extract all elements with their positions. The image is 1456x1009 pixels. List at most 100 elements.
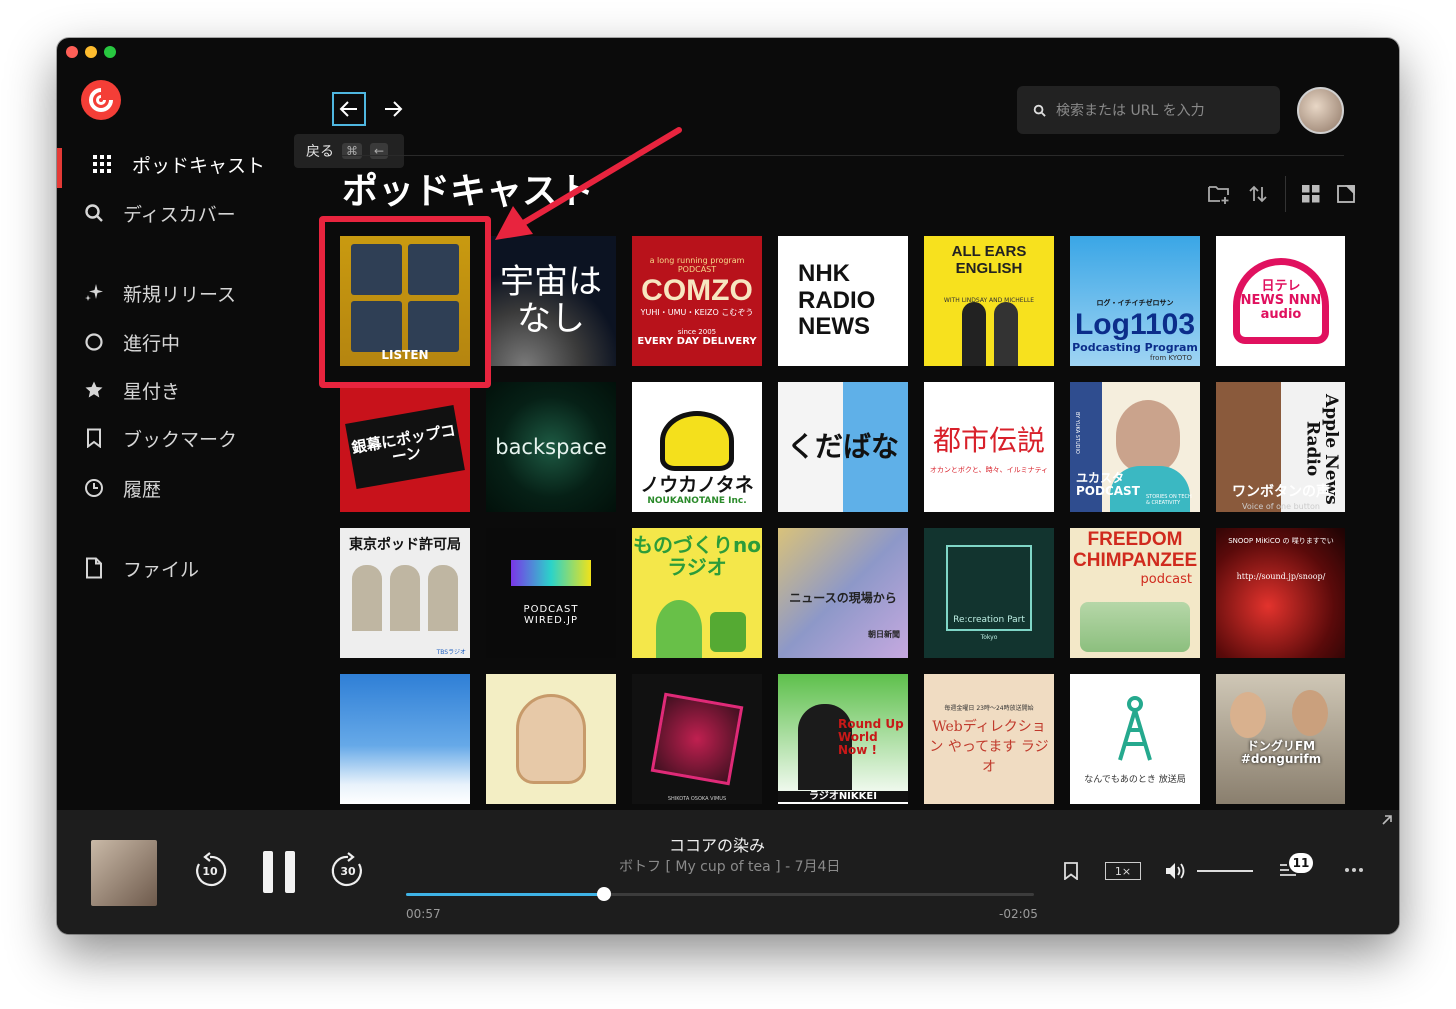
playback-speed-button[interactable]: 1×	[1105, 862, 1141, 880]
progress-fill	[406, 893, 604, 896]
podcast-tile[interactable]: 宇宙はなし	[486, 236, 616, 366]
forward-button[interactable]	[376, 92, 410, 126]
podcast-title: ニュースの現場から	[789, 591, 897, 606]
podcast-subtitle: podcast	[1140, 571, 1192, 587]
episode-subtitle[interactable]: ボトフ [ My cup of tea ] - 7月4日	[619, 856, 840, 876]
bookmark-button[interactable]	[1063, 862, 1079, 880]
podcast-tile[interactable]: 東京ポッド許可局 TBSラジオ	[340, 528, 470, 658]
clock-icon	[83, 477, 105, 499]
podcast-tile[interactable]	[486, 674, 616, 804]
podcast-tile[interactable]: ノウカノタネ NOUKANOTANE Inc.	[632, 382, 762, 512]
zoom-window-button[interactable]	[104, 46, 116, 58]
window-controls	[66, 46, 116, 58]
podcast-tile[interactable]: 都市伝説 オカンとボクと、時々、イルミナティ	[924, 382, 1054, 512]
podcast-title: 宇宙はなし	[500, 261, 602, 339]
podcast-tile[interactable]: FREEDOM CHIMPANZEE podcast	[1070, 528, 1200, 658]
playback-speed: 1×	[1105, 862, 1141, 880]
volume-control[interactable]	[1165, 862, 1253, 880]
podcast-tile[interactable]: Apple News Radio ワンボタンの声 Voice of one bu…	[1216, 382, 1345, 512]
new-folder-icon[interactable]	[1207, 183, 1231, 205]
podcast-tile[interactable]: 日テレNEWS NNN audio	[1216, 236, 1345, 366]
podcast-tile[interactable]: LISTEN	[340, 236, 470, 366]
podcast-tile[interactable]: ニュースの現場から 朝日新聞	[778, 528, 908, 658]
sidebar-item-bookmarks[interactable]: ブックマーク	[57, 418, 287, 458]
podcast-tile[interactable]: ものづくりnoラジオ	[632, 528, 762, 658]
podcast-tile[interactable]: くだばな	[778, 382, 908, 512]
grid-view-icon[interactable]	[1302, 185, 1320, 203]
podcast-tile[interactable]: backspace	[486, 382, 616, 512]
episode-title[interactable]: ココアの染み	[669, 832, 765, 856]
podcast-tile[interactable]: SHIKOTA OSOKA VIMUS	[632, 674, 762, 804]
podcast-title: FREEDOM CHIMPANZEE	[1073, 529, 1198, 571]
pocket-casts-logo-icon[interactable]	[81, 80, 121, 120]
podcast-subtitle: TBSラジオ	[436, 649, 466, 656]
back-button[interactable]	[332, 92, 366, 126]
sidebar-item-starred[interactable]: 星付き	[57, 370, 287, 410]
podcast-tile[interactable]: 毎週金曜日 23時〜24時放送開始 Webディレクション やってます ラジオ	[924, 674, 1054, 804]
sparkle-icon	[83, 282, 105, 304]
podcast-title: ユカスタ PODCAST	[1076, 470, 1140, 498]
podcast-tile[interactable]: SNOOP MiKiCO の 喋りますでい http://sound.jp/sn…	[1216, 528, 1345, 658]
podcast-tile[interactable]	[340, 674, 470, 804]
sidebar-item-history[interactable]: 履歴	[57, 468, 287, 508]
expand-player-button[interactable]	[1381, 814, 1393, 826]
now-playing-artwork[interactable]	[91, 840, 157, 906]
podcast-subtitle: from KYOTO	[1149, 354, 1192, 362]
sidebar-item-files[interactable]: ファイル	[57, 548, 287, 588]
sidebar-item-label: 履歴	[123, 478, 162, 501]
podcast-tile[interactable]: なんでもあのとき 放送局	[1070, 674, 1200, 804]
podcast-subtitle: 毎週金曜日 23時〜24時放送開始	[944, 704, 1034, 712]
podcast-title: 都市伝説	[932, 424, 1045, 457]
skip-forward-button[interactable]: 30	[329, 852, 367, 890]
podcast-title: LISTEN	[381, 347, 429, 362]
search-input[interactable]: 検索または URL を入力	[1017, 86, 1280, 134]
progress-slider[interactable]	[406, 887, 1034, 901]
minimize-window-button[interactable]	[85, 46, 97, 58]
podcast-subtitle: a long running program PODCAST	[649, 255, 745, 274]
podcast-tile[interactable]: 銀幕にポップコーン	[340, 382, 470, 512]
pause-button[interactable]	[261, 850, 297, 894]
podcast-title: くだばな	[786, 429, 899, 463]
progress-knob[interactable]	[596, 887, 611, 901]
star-icon	[83, 379, 105, 401]
player-bar: 10 30 ココアの染み ボトフ [ My cup of tea ] - 7月4…	[57, 810, 1399, 934]
command-key: ⌘	[342, 143, 362, 159]
close-window-button[interactable]	[66, 46, 78, 58]
podcast-tile[interactable]: Round Up World Now ! ラジオNIKKEI	[778, 674, 908, 804]
podcast-tile[interactable]: Re:creation Part Tokyo	[924, 528, 1054, 658]
volume-slider[interactable]	[1197, 870, 1253, 872]
sidebar-item-in-progress[interactable]: 進行中	[57, 322, 287, 362]
view-toolbar	[1207, 176, 1356, 212]
sidebar-item-podcasts[interactable]: ポッドキャスト	[57, 144, 287, 188]
podcast-tile[interactable]: a long running program PODCAST COMZO YUH…	[632, 236, 762, 366]
avatar[interactable]	[1297, 87, 1344, 134]
podcast-tile[interactable]: ALL EARS ENGLISH WITH LINDSAY AND MICHEL…	[924, 236, 1054, 366]
bookmark-icon	[83, 427, 105, 449]
podcast-title: http://sound.jp/snoop/	[1236, 572, 1326, 581]
bookmark-icon	[1064, 862, 1078, 880]
podcast-tile[interactable]: ユカスタ PODCAST STORIES ON TECH & CREATIVIT…	[1070, 382, 1200, 512]
podcast-tile[interactable]: PODCAST WIRED.JP	[486, 528, 616, 658]
sidebar-item-label: 進行中	[123, 332, 181, 355]
elapsed-time: 00:57	[406, 907, 441, 921]
more-icon	[1345, 868, 1363, 872]
podcast-title: なんでもあのとき 放送局	[1084, 774, 1186, 785]
sidebar-item-discover[interactable]: ディスカバー	[57, 193, 287, 233]
arrow-left-icon	[339, 101, 357, 117]
podcast-grid: LISTEN 宇宙はなし a long running program PODC…	[340, 236, 1345, 804]
skip-back-seconds: 10	[202, 865, 218, 878]
more-options-button[interactable]	[1345, 868, 1363, 872]
sidebar-item-label: ポッドキャスト	[132, 154, 266, 177]
podcast-subtitle: NOUKANOTANE Inc.	[647, 496, 747, 506]
podcast-subtitle: SNOOP MiKiCO の 喋りますでい	[1228, 537, 1334, 545]
pause-icon	[263, 851, 295, 893]
skip-back-button[interactable]: 10	[191, 852, 229, 890]
sort-icon[interactable]	[1247, 183, 1269, 205]
podcast-subtitle: 朝日新聞	[868, 630, 900, 639]
podcast-tile[interactable]: ドングリFM #dongurifm	[1216, 674, 1345, 804]
podcast-title: 東京ポッド許可局	[349, 537, 461, 553]
badge-settings-icon[interactable]	[1336, 184, 1356, 204]
podcast-tile[interactable]: NHK RADIO NEWS	[778, 236, 908, 366]
sidebar-item-new-releases[interactable]: 新規リリース	[57, 273, 287, 313]
podcast-tile[interactable]: ログ・イチイチゼロサン Log1103 Podcasting Program f…	[1070, 236, 1200, 366]
